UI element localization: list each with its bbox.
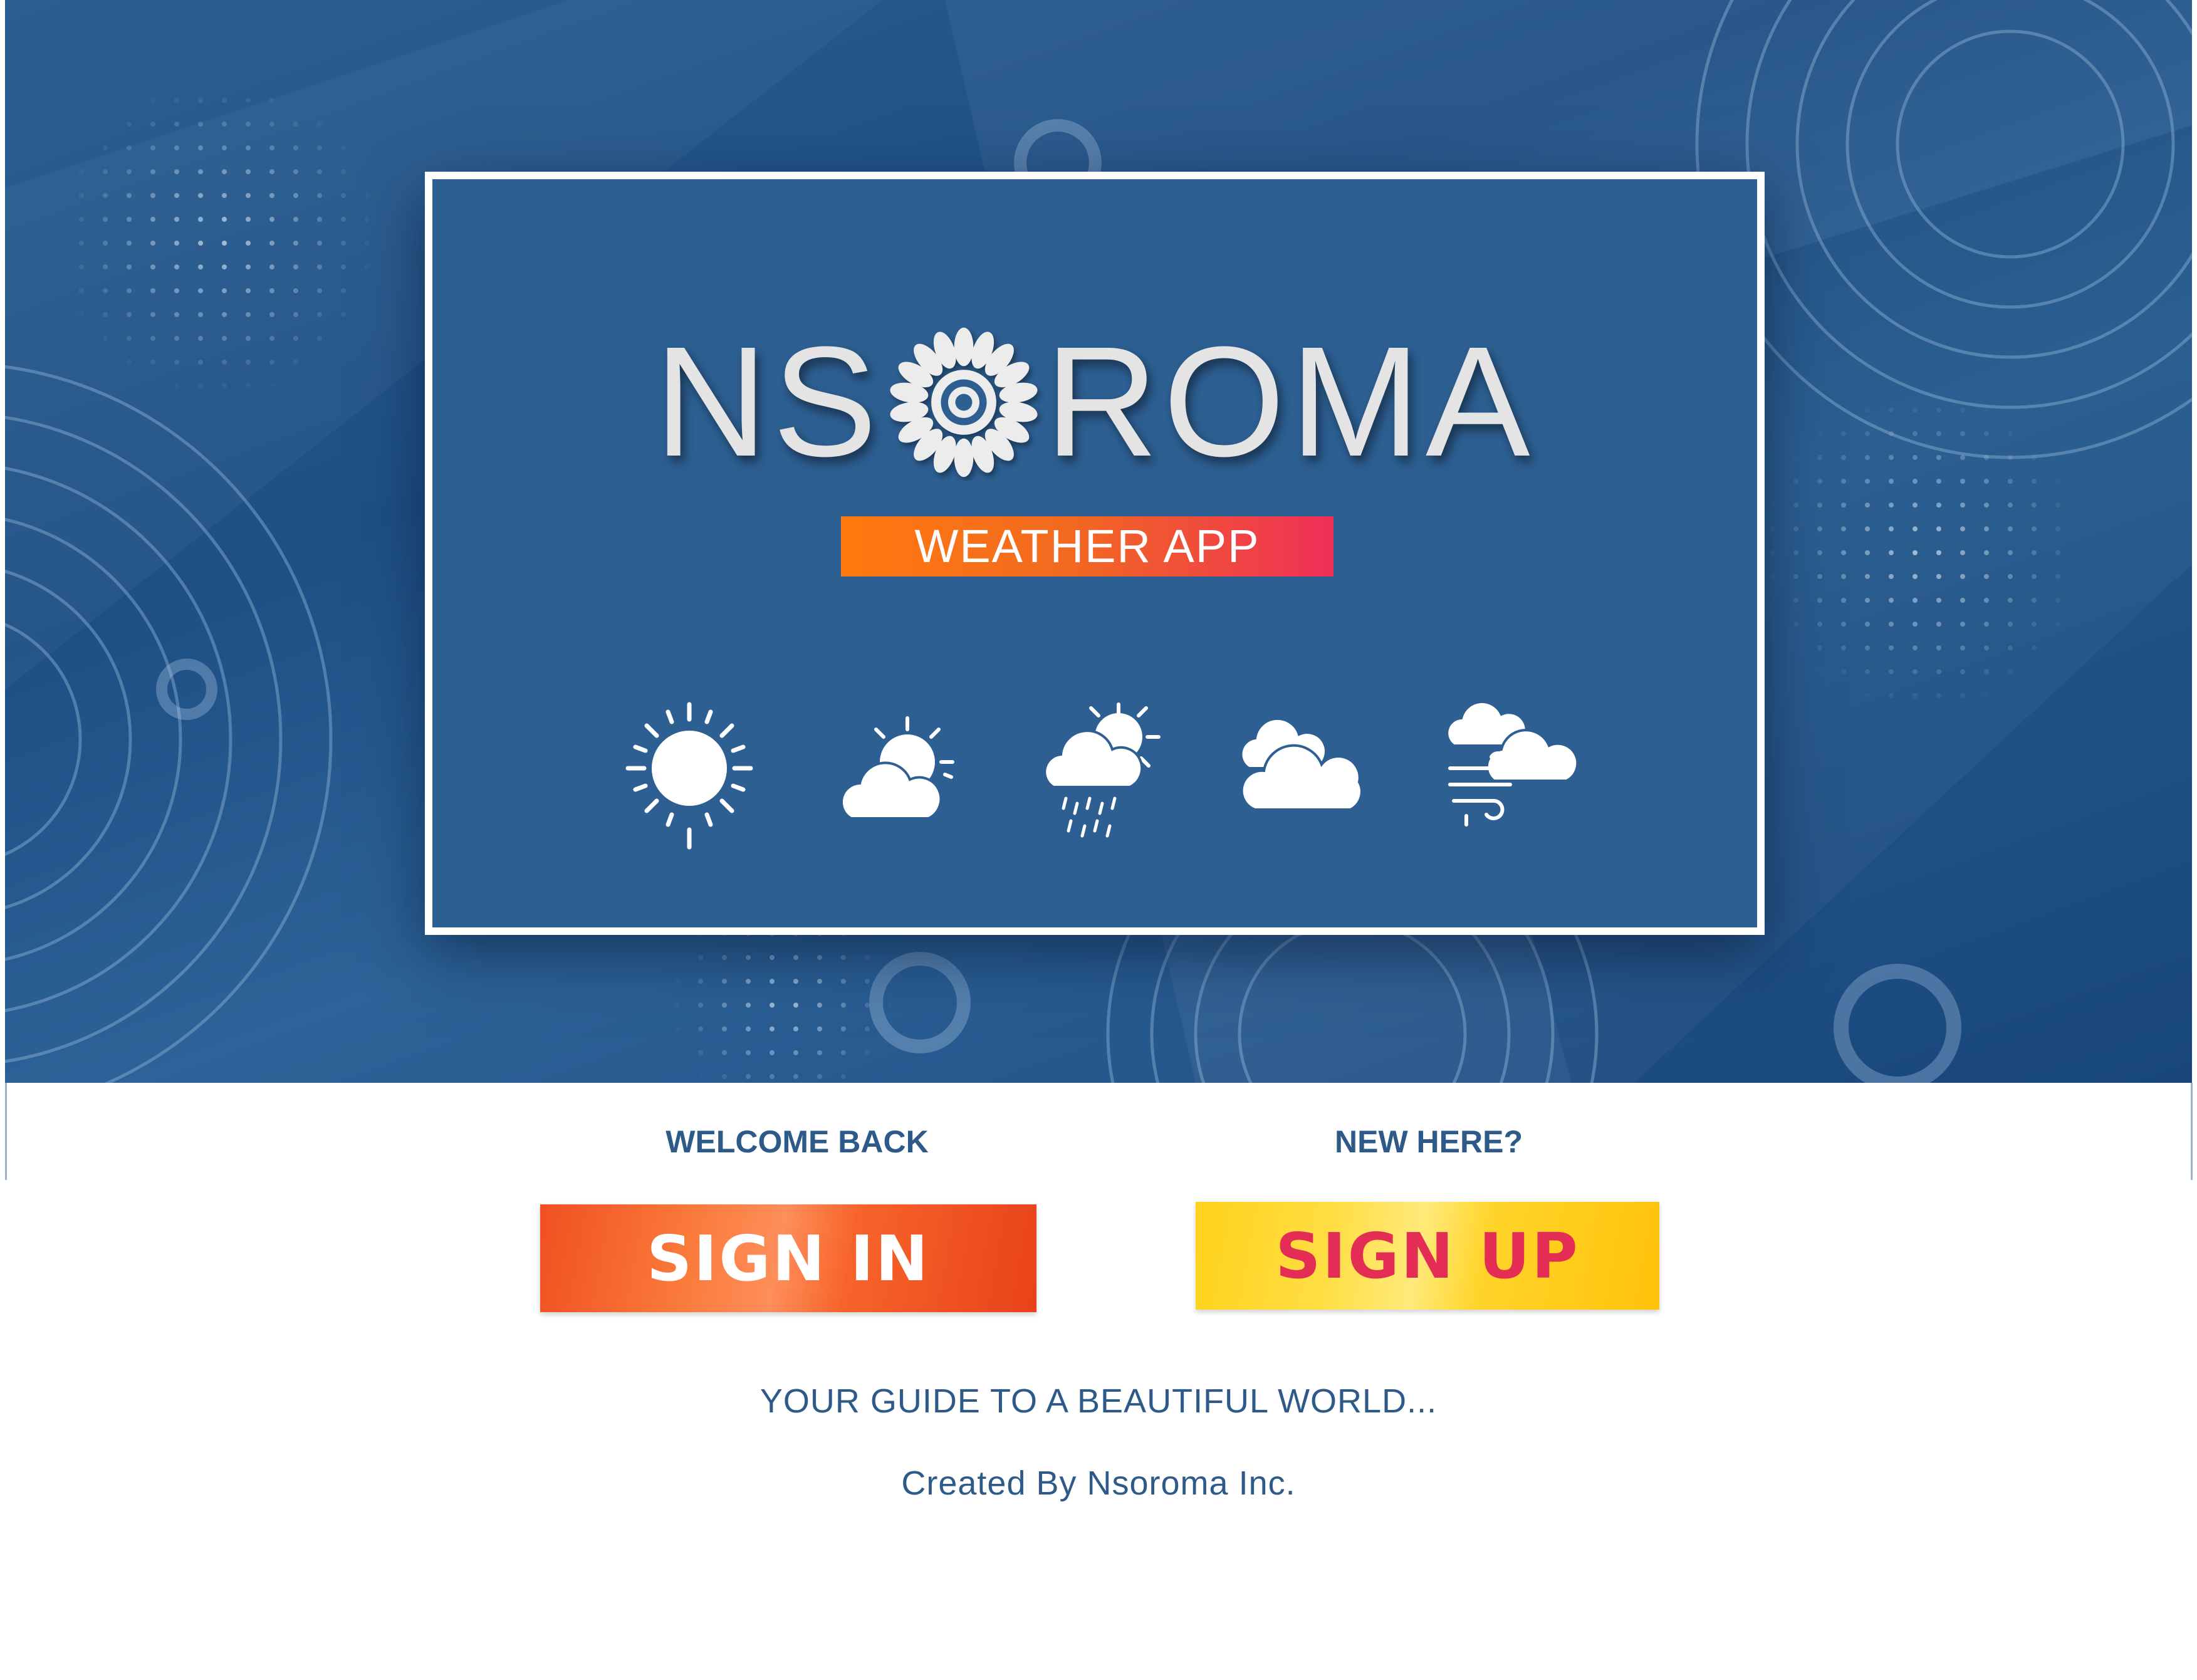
page-edge-left [5, 1083, 7, 1180]
windy-icon [1446, 701, 1579, 827]
logo-card: NS ROMA WEATHER APP [425, 172, 1765, 935]
sun-flower-logo-icon [890, 327, 1038, 477]
weather-icon-row [620, 693, 1579, 856]
logo-suffix: ROMA [1045, 314, 1535, 489]
credit-text: Created By Nsoroma Inc. [901, 1464, 1296, 1502]
sun-icon [625, 702, 753, 850]
sign-in-label: SIGN IN [647, 1221, 930, 1295]
new-here-label: NEW HERE? [1335, 1124, 1523, 1159]
sign-up-button[interactable]: SIGN UP [1196, 1202, 1659, 1310]
welcome-back-label: WELCOME BACK [665, 1124, 929, 1159]
sign-up-label: SIGN UP [1275, 1219, 1580, 1293]
logo-prefix: NS [654, 314, 882, 489]
cloudy-icon [1239, 717, 1363, 811]
rain-icon [1043, 702, 1161, 838]
sign-in-button[interactable]: SIGN IN [540, 1204, 1036, 1312]
hero-banner: NS ROMA WEATHER APP [5, 0, 2192, 1083]
page-edge-right [2191, 1083, 2193, 1180]
app-subtitle-banner: WEATHER APP [841, 516, 1333, 577]
tagline-text: YOUR GUIDE TO A BEAUTIFUL WORLD... [759, 1382, 1438, 1420]
partly-cloudy-icon [840, 716, 954, 820]
app-logo: NS ROMA [432, 323, 1757, 481]
